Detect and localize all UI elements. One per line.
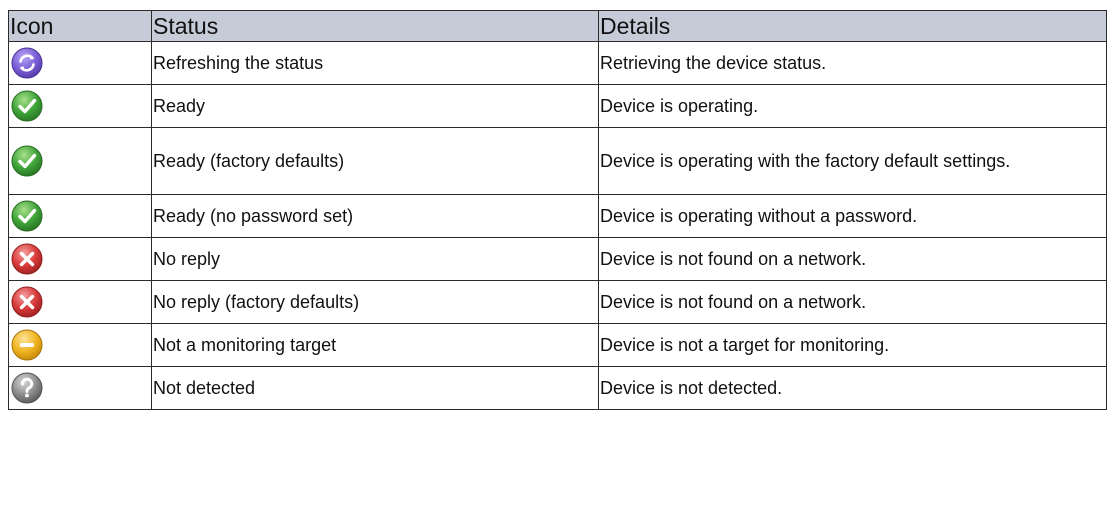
- table-row: Refreshing the status Retrieving the dev…: [8, 41, 1107, 85]
- table-row: Ready Device is operating.: [8, 84, 1107, 128]
- checkmark-icon: [10, 144, 44, 178]
- icon-cell: [8, 366, 152, 410]
- status-cell: Not a monitoring target: [151, 323, 599, 367]
- status-cell: Ready (no password set): [151, 194, 599, 238]
- status-cell: Refreshing the status: [151, 41, 599, 85]
- header-details: Details: [598, 10, 1107, 42]
- checkmark-icon: [10, 199, 44, 233]
- table-row: Ready (no password set) Device is operat…: [8, 194, 1107, 238]
- minus-icon: [10, 328, 44, 362]
- refresh-icon: [10, 46, 44, 80]
- status-cell: Ready (factory defaults): [151, 127, 599, 195]
- icon-cell: [8, 84, 152, 128]
- header-icon: Icon: [8, 10, 152, 42]
- icon-cell: [8, 41, 152, 85]
- details-cell: Device is not found on a network.: [598, 237, 1107, 281]
- header-status: Status: [151, 10, 599, 42]
- status-cell: Ready: [151, 84, 599, 128]
- table-row: Ready (factory defaults) Device is opera…: [8, 127, 1107, 195]
- details-cell: Device is operating without a password.: [598, 194, 1107, 238]
- icon-cell: [8, 127, 152, 195]
- table-row: Not detected Device is not detected.: [8, 366, 1107, 410]
- details-cell: Device is not detected.: [598, 366, 1107, 410]
- error-x-icon: [10, 285, 44, 319]
- details-cell: Retrieving the device status.: [598, 41, 1107, 85]
- status-cell: Not detected: [151, 366, 599, 410]
- icon-cell: [8, 194, 152, 238]
- details-cell: Device is operating.: [598, 84, 1107, 128]
- table-row: Not a monitoring target Device is not a …: [8, 323, 1107, 367]
- details-cell: Device is operating with the factory def…: [598, 127, 1107, 195]
- error-x-icon: [10, 242, 44, 276]
- icon-cell: [8, 237, 152, 281]
- table-row: No reply Device is not found on a networ…: [8, 237, 1107, 281]
- icon-cell: [8, 280, 152, 324]
- icon-cell: [8, 323, 152, 367]
- status-cell: No reply: [151, 237, 599, 281]
- checkmark-icon: [10, 89, 44, 123]
- table-row: No reply (factory defaults) Device is no…: [8, 280, 1107, 324]
- status-cell: No reply (factory defaults): [151, 280, 599, 324]
- header-row: Icon Status Details: [8, 10, 1107, 42]
- details-cell: Device is not found on a network.: [598, 280, 1107, 324]
- status-table: Icon Status Details Refreshing the statu…: [8, 10, 1107, 410]
- details-cell: Device is not a target for monitoring.: [598, 323, 1107, 367]
- question-mark-icon: [10, 371, 44, 405]
